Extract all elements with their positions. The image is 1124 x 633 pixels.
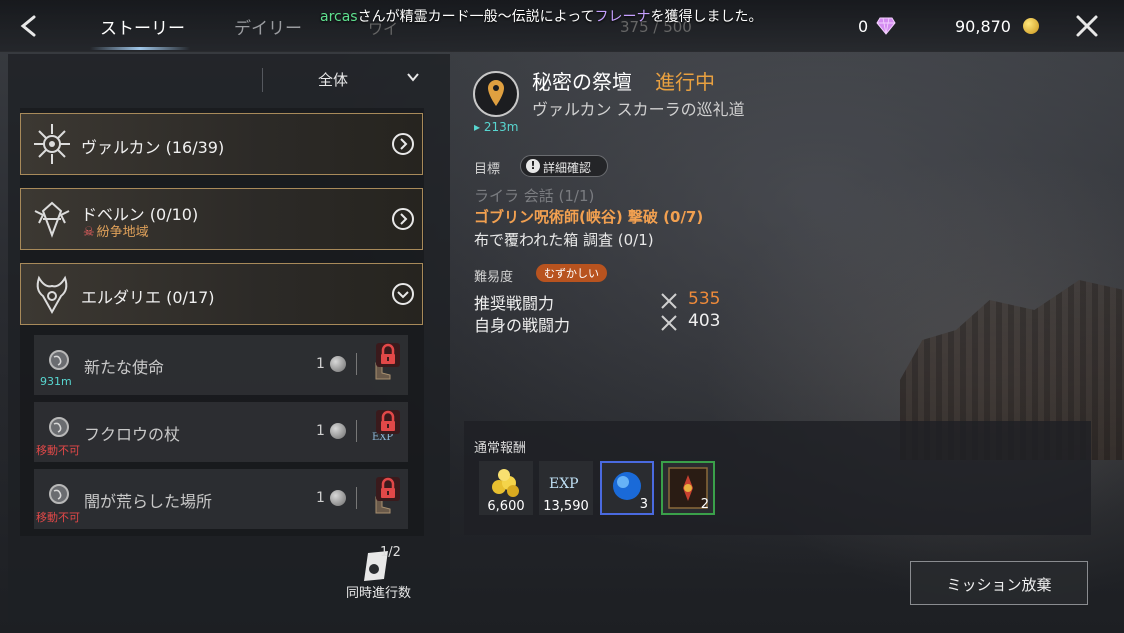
region-label: ヴァルカン (16/39) bbox=[81, 138, 225, 157]
notice-text-1: さんが精霊カード一般〜伝説によって bbox=[357, 9, 595, 25]
eldarie-emblem-icon bbox=[36, 275, 68, 315]
reward-gold[interactable]: 6,600 bbox=[479, 461, 533, 515]
crossed-swords-icon bbox=[661, 315, 677, 331]
gold-coin-icon bbox=[1023, 18, 1039, 34]
doberun-emblem-icon bbox=[34, 201, 70, 238]
own-power-label: 自身の戦闘力 bbox=[474, 316, 571, 335]
region-doberun[interactable]: ドベルン (0/10) ☠ 紛争地域 bbox=[20, 188, 423, 250]
chevron-right-circle-icon bbox=[392, 208, 414, 230]
quest-blocked-label: 移動不可 bbox=[36, 444, 80, 457]
vulcan-emblem-icon bbox=[34, 124, 70, 164]
tab-story[interactable]: ストーリー bbox=[100, 14, 185, 39]
info-icon: ! bbox=[526, 159, 540, 173]
divider bbox=[356, 353, 357, 375]
gold-pile-icon bbox=[492, 469, 519, 497]
gold-count: 90,870 bbox=[955, 17, 1011, 36]
location-pin-icon bbox=[473, 71, 519, 117]
system-notice: arcasさんが精霊カード一般〜伝説によってフレーナを獲得しました。 bbox=[320, 6, 763, 26]
difficulty-label: 難易度 bbox=[474, 270, 514, 285]
quest-item[interactable]: 931m 新たな使命 1 bbox=[34, 335, 408, 395]
quest-reward-count: 1 bbox=[316, 356, 325, 372]
filter-dropdown[interactable]: 全体 bbox=[300, 66, 430, 92]
objective-item: ゴブリン呪術師(峡谷) 撃破 (0/7) bbox=[474, 208, 704, 226]
coin-icon bbox=[330, 423, 346, 439]
quest-title: 闇が荒らした場所 bbox=[84, 492, 213, 511]
abandon-mission-button[interactable]: ミッション放棄 bbox=[910, 561, 1088, 605]
concurrent-label: 同時進行数 bbox=[346, 586, 412, 601]
objective-label: 目標 bbox=[474, 162, 501, 177]
quest-reward-count: 1 bbox=[316, 490, 325, 506]
region-eldarie[interactable]: エルダリエ (0/17) bbox=[20, 263, 423, 325]
active-tab-indicator bbox=[90, 47, 190, 50]
reward-exp[interactable]: EXP 13,590 bbox=[539, 461, 593, 515]
quest-distance: 931m bbox=[40, 375, 72, 388]
divider bbox=[356, 420, 357, 442]
objective-item: 布で覆われた箱 調査 (0/1) bbox=[474, 231, 654, 249]
lock-icon bbox=[376, 410, 400, 434]
reward-quantity: 3 bbox=[639, 497, 648, 512]
objective-item: ライラ 会話 (1/1) bbox=[474, 187, 595, 205]
notice-user: arcas bbox=[320, 9, 358, 25]
reward-orb[interactable]: 3 bbox=[600, 461, 654, 515]
quest-item[interactable]: 移動不可 闇が荒らした場所 1 bbox=[34, 469, 408, 529]
recommended-power-label: 推奨戦闘力 bbox=[474, 294, 555, 313]
globe-icon bbox=[49, 417, 69, 437]
reward-quantity: 2 bbox=[700, 497, 709, 512]
concurrent-count: 1/2 bbox=[380, 545, 401, 560]
filter-divider bbox=[262, 68, 263, 92]
reward-value: 13,590 bbox=[543, 499, 589, 514]
reward-value: 6,600 bbox=[487, 499, 525, 514]
lock-icon bbox=[376, 343, 400, 367]
filter-label: 全体 bbox=[318, 71, 349, 89]
region-label: エルダリエ (0/17) bbox=[81, 288, 215, 307]
abandon-mission-label: ミッション放棄 bbox=[946, 576, 1052, 594]
rewards-label: 通常報酬 bbox=[474, 441, 527, 456]
conflict-zone-badge: ☠ 紛争地域 bbox=[83, 221, 149, 240]
crossed-swords-icon bbox=[661, 293, 677, 309]
quest-item[interactable]: 移動不可 フクロウの杖 1 EXP bbox=[34, 402, 408, 462]
quest-name: 秘密の祭壇 bbox=[532, 70, 632, 94]
chevron-right-circle-icon bbox=[392, 133, 414, 155]
coin-icon bbox=[330, 490, 346, 506]
chevron-down-icon bbox=[407, 73, 419, 82]
own-power-value: 403 bbox=[688, 311, 721, 331]
skull-icon: ☠ bbox=[83, 225, 95, 240]
gem-icon bbox=[876, 17, 896, 35]
recommended-power-value: 535 bbox=[688, 289, 721, 309]
detail-check-label: 詳細確認 bbox=[543, 161, 592, 175]
quest-title: フクロウの杖 bbox=[84, 425, 181, 444]
tab-daily[interactable]: デイリー bbox=[234, 14, 302, 39]
quest-blocked-label: 移動不可 bbox=[36, 511, 80, 524]
notice-text-2: を獲得しました。 bbox=[650, 9, 763, 25]
difficulty-badge: むずかしい bbox=[536, 264, 607, 282]
back-button[interactable] bbox=[14, 12, 44, 40]
quest-reward-count: 1 bbox=[316, 423, 325, 439]
close-button[interactable] bbox=[1073, 12, 1101, 40]
globe-icon bbox=[49, 350, 69, 370]
close-icon bbox=[1076, 15, 1098, 37]
detail-check-button[interactable]: ! 詳細確認 bbox=[520, 155, 608, 177]
globe-icon bbox=[49, 484, 69, 504]
chevron-left-icon bbox=[20, 15, 36, 37]
chevron-down-circle-icon bbox=[392, 283, 414, 305]
coin-icon bbox=[330, 356, 346, 372]
divider bbox=[356, 487, 357, 509]
gem-count: 0 bbox=[858, 17, 869, 36]
quest-status: 進行中 bbox=[655, 70, 715, 94]
notice-item: フレーナ bbox=[594, 9, 651, 25]
quest-title: 新たな使命 bbox=[84, 358, 165, 377]
reward-card[interactable]: 2 bbox=[661, 461, 715, 515]
detail-distance-value: 213m bbox=[483, 120, 519, 134]
region-vulcan[interactable]: ヴァルカン (16/39) bbox=[20, 113, 423, 175]
quest-location: ヴァルカン スカーラの巡礼道 bbox=[532, 100, 745, 119]
lock-icon bbox=[376, 477, 400, 501]
concurrent-quests[interactable]: 1/2 同時進行数 bbox=[340, 545, 430, 605]
exp-icon: EXP bbox=[549, 476, 579, 492]
detail-distance: ▸ 213m bbox=[474, 120, 519, 134]
conflict-zone-label: 紛争地域 bbox=[96, 225, 149, 240]
